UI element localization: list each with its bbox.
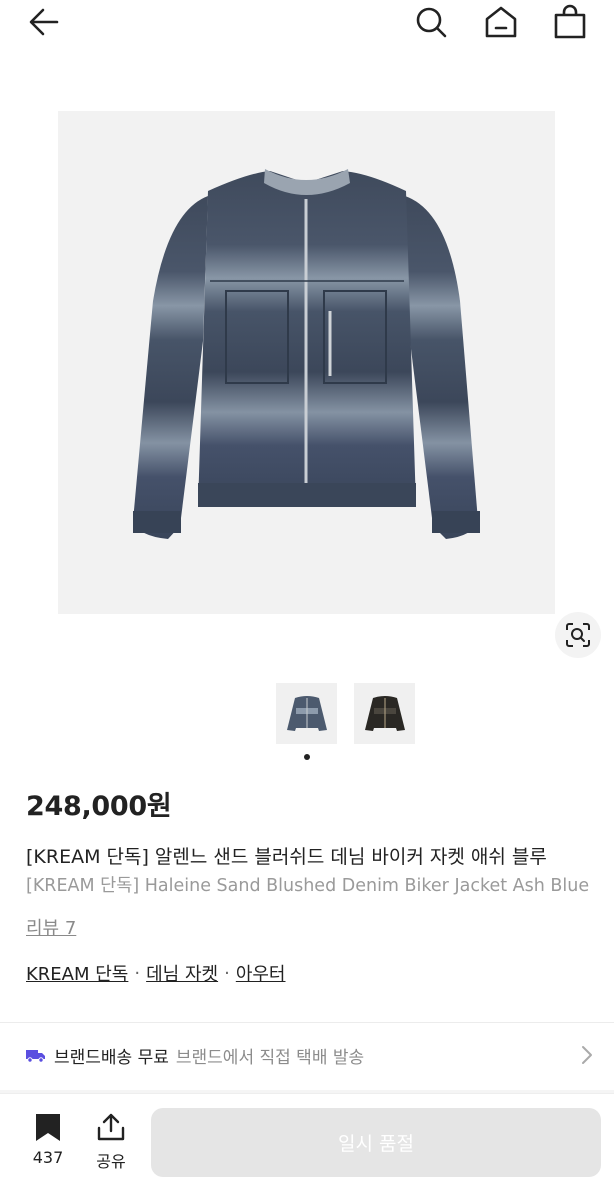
home-button[interactable]	[481, 2, 521, 42]
product-price: 248,000원	[26, 791, 172, 822]
search-button[interactable]	[411, 2, 451, 42]
bottom-action-bar: 437 공유 일시 품절	[0, 1093, 614, 1200]
black-jacket-thumbnail-image	[364, 695, 405, 731]
search-icon	[416, 7, 447, 38]
back-button[interactable]	[24, 2, 64, 42]
review-link[interactable]: 리뷰 7	[26, 914, 76, 940]
product-main-image[interactable]	[58, 111, 555, 614]
thumbnail-list	[276, 683, 415, 744]
shopping-bag-button[interactable]	[550, 2, 590, 42]
category-link-denim-jacket[interactable]: 데님 자켓	[146, 960, 218, 986]
image-search-button[interactable]	[555, 612, 601, 658]
bookmark-button[interactable]: 437	[24, 1112, 72, 1167]
shopping-bag-icon	[554, 4, 586, 39]
shipping-info-row[interactable]: 브랜드배송 무료 브랜드에서 직접 택배 발송	[26, 1038, 594, 1072]
share-icon	[97, 1113, 125, 1141]
home-icon	[485, 6, 517, 38]
thumbnail-denim-jacket[interactable]	[276, 683, 337, 744]
share-label: 공유	[96, 1152, 126, 1171]
thumbnail-black-jacket[interactable]	[354, 683, 415, 744]
share-button[interactable]: 공유	[87, 1112, 135, 1172]
category-separator: ·	[224, 962, 230, 984]
bookmark-icon	[36, 1114, 60, 1141]
product-title-english: [KREAM 단독] Haleine Sand Blushed Denim Bi…	[26, 876, 590, 896]
chevron-right-icon	[580, 1044, 594, 1066]
carousel-indicator-dot	[304, 754, 310, 760]
category-link-outer[interactable]: 아우터	[236, 960, 286, 986]
category-separator: ·	[134, 962, 141, 984]
truck-icon	[26, 1047, 46, 1063]
shipping-description: 브랜드에서 직접 택배 발송	[175, 1047, 365, 1068]
section-divider	[0, 1022, 614, 1023]
product-title-korean: [KREAM 단독] 알렌느 샌드 블러쉬드 데님 바이커 자켓 애쉬 블루	[26, 846, 547, 868]
sold-out-button[interactable]: 일시 품절	[151, 1108, 601, 1177]
category-breadcrumb: KREAM 단독 · 데님 자켓 · 아우터	[26, 960, 286, 986]
category-link-kream-exclusive[interactable]: KREAM 단독	[26, 960, 128, 986]
denim-jacket-thumbnail-image	[286, 695, 327, 731]
denim-jacket-image	[133, 169, 480, 539]
shipping-title: 브랜드배송 무료	[54, 1047, 169, 1068]
top-nav-bar	[0, 0, 614, 48]
bookmark-count: 437	[32, 1148, 64, 1167]
arrow-left-icon	[29, 8, 59, 36]
image-search-icon	[566, 623, 590, 647]
